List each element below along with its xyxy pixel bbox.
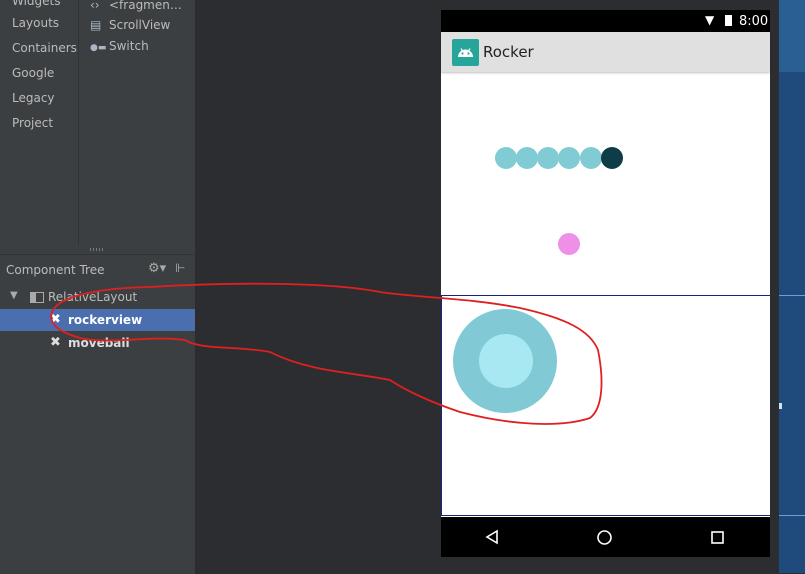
snake	[495, 147, 623, 169]
food-ball	[558, 233, 580, 255]
rocker-knob[interactable]	[479, 334, 533, 388]
snake-body-segment	[558, 147, 580, 169]
snake-body-segment	[580, 147, 602, 169]
canvas-overlay	[50, 147, 623, 425]
snake-body-segment	[537, 147, 559, 169]
snake-head	[601, 147, 623, 169]
snake-body-segment	[516, 147, 538, 169]
snake-body-segment	[495, 147, 517, 169]
